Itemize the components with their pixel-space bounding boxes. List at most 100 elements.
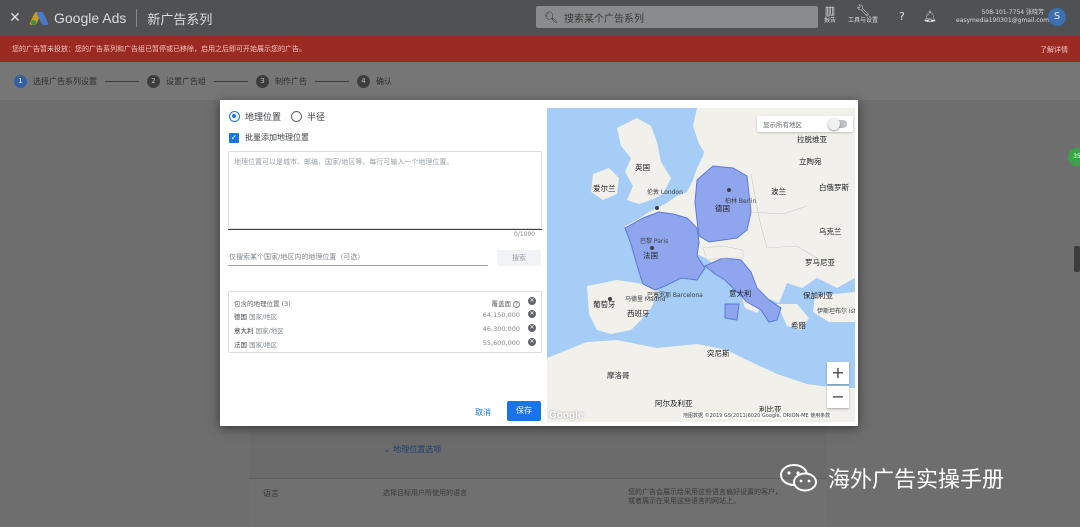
wechat-icon: [780, 464, 817, 492]
zoom-in-button[interactable]: +: [827, 362, 849, 384]
side-badge[interactable]: 35: [1068, 148, 1080, 166]
location-type: 国家/地区: [249, 341, 278, 349]
map-label-uk: 英国: [635, 163, 650, 172]
tools-label: 工具与设置: [848, 17, 879, 24]
locations-textarea[interactable]: 地理位置可以是城市、邮编、国家/地区等。每行可输入一个地理位置。: [228, 151, 542, 229]
clear-all-icon[interactable]: ✕: [528, 297, 536, 305]
help-icon[interactable]: ?: [899, 10, 905, 23]
step-number: 1: [14, 74, 27, 88]
tools-button[interactable]: 🔧︎ 工具与设置: [848, 4, 879, 25]
location-options-label: 地理位置选项: [393, 445, 442, 454]
map-label-morocco: 摩洛哥: [607, 371, 630, 380]
language-desc: 选择目标用户所使用的语言: [383, 489, 467, 497]
step-connector: [214, 80, 248, 82]
bulk-add-row: ✓ 批量添加地理位置: [229, 132, 309, 143]
watermark: 海外广告实操手册: [780, 462, 1004, 494]
map-label-berlin: 柏林 Berlin: [725, 198, 757, 205]
show-all-regions-toggle[interactable]: 显示所有地区: [757, 116, 853, 132]
zoom-out-button[interactable]: −: [827, 386, 849, 408]
info-icon[interactable]: ?: [513, 301, 520, 308]
map-label-lithuania: 立陶宛: [799, 157, 822, 166]
landmass-africa: [547, 340, 855, 422]
location-name: 法国: [234, 341, 247, 349]
account-info[interactable]: 508-101-7754 张晓芳 easymedia190301@gmail.c…: [956, 9, 1049, 25]
map-label-france: 法国: [643, 251, 658, 260]
campaign-search-input[interactable]: 🔍︎ 搜索某个广告系列: [536, 6, 818, 28]
avatar[interactable]: S: [1048, 8, 1066, 26]
location-reach: 46,300,000: [482, 325, 520, 333]
step-3[interactable]: 3 制作广告: [256, 74, 357, 88]
location-reach: 55,600,000: [482, 339, 520, 347]
location-type-radios: 地理位置 半径: [229, 110, 325, 123]
save-button[interactable]: 保存: [507, 401, 541, 421]
wrench-icon: 🔧︎: [856, 4, 870, 17]
map-label-tunisia: 突尼斯: [707, 349, 730, 358]
location-options-link[interactable]: ⌄ 地理位置选项: [384, 444, 441, 455]
chart-icon: ▥: [824, 4, 836, 17]
language-hint: 您的广告会展示给采用这些语言偏好设置的客户，或者展示在采用这些语言的网站上。: [628, 488, 782, 505]
location-type: 国家/地区: [249, 313, 278, 321]
map-label-greece: 希腊: [791, 321, 806, 330]
remove-icon[interactable]: ✕: [528, 310, 536, 318]
step-label: 选择广告系列设置: [33, 76, 97, 86]
bulk-add-checkbox[interactable]: ✓: [229, 132, 239, 143]
show-all-label: 显示所有地区: [763, 121, 802, 129]
search-placeholder: 搜索某个广告系列: [563, 13, 644, 25]
page-title: 新广告系列: [147, 12, 213, 28]
table-row: 法国 国家/地区 55,600,000 ✕: [234, 338, 536, 349]
reports-button[interactable]: ▥ 报告: [824, 4, 836, 25]
map-label-ireland: 爱尔兰: [593, 184, 616, 193]
step-connector: [315, 80, 349, 82]
map-label-latvia: 拉脱维亚: [797, 135, 827, 144]
toggle-switch[interactable]: [828, 118, 847, 130]
map-label-bulgaria: 保加利亚: [803, 291, 833, 300]
watermark-text: 海外广告实操手册: [828, 468, 1005, 493]
map-label-istanbul: 伊斯坦布尔 Istanbul: [817, 308, 855, 315]
country-search-input[interactable]: 仅搜索某个国家/地区内的地理位置（可选）: [228, 252, 488, 266]
language-label: 语言: [263, 489, 279, 498]
table-row: 德国 国家/地区 64,150,000 ✕: [234, 310, 536, 321]
step-2[interactable]: 2 设置广告组: [147, 74, 256, 88]
step-number: 2: [147, 74, 160, 88]
location-form: 地理位置 半径 ✓ 批量添加地理位置 地理位置可以是城市、邮编、国家/地区等。每…: [220, 100, 547, 426]
remove-icon[interactable]: ✕: [528, 324, 536, 332]
search-button[interactable]: 搜索: [497, 250, 541, 266]
chevron-down-icon: ⌄: [384, 445, 394, 454]
close-icon[interactable]: ✕: [0, 10, 30, 26]
step-4[interactable]: 4 确认: [357, 74, 392, 88]
textarea-underline: [228, 229, 542, 230]
step-1[interactable]: 1 选择广告系列设置: [14, 74, 147, 88]
alert-bar: 您的广告暂未投放：您的广告系列和广告组已暂停或已移除，启用之后即可开始展示您的广…: [0, 36, 1080, 62]
location-name: 德国: [234, 313, 247, 321]
map-label-london: 伦敦 London: [647, 189, 683, 196]
char-counter: 0/1000: [514, 231, 536, 238]
radio-radius[interactable]: [291, 111, 303, 122]
map-label-spain: 西班牙: [627, 309, 650, 318]
map-view[interactable]: 英国 爱尔兰 伦敦 London 巴黎 Paris 法国 德国 柏林 Berli…: [547, 108, 855, 422]
account-id: 508-101-7754 张晓芳: [981, 9, 1044, 16]
highlight-france: [624, 211, 706, 291]
step-label: 设置广告组: [166, 76, 206, 86]
google-ads-logo: [28, 10, 50, 26]
bell-icon[interactable]: 🔔︎: [923, 10, 937, 23]
location-name: 意大利: [234, 327, 254, 335]
brand-name: Google Ads: [54, 10, 127, 26]
step-connector: [105, 80, 139, 82]
learn-more-link[interactable]: 了解详情: [1040, 45, 1068, 55]
radio-radius-label: 半径: [307, 113, 326, 123]
stepper: 1 选择广告系列设置 2 设置广告组 3 制作广告 4 确认: [0, 62, 1080, 100]
textarea-placeholder: 地理位置可以是城市、邮编、国家/地区等。每行可输入一个地理位置。: [234, 158, 454, 166]
included-locations-table: 包含的地理位置 (3) 覆盖面? ✕ 德国 国家/地区 64,150,000 ✕…: [228, 291, 542, 353]
search-icon: 🔍︎: [544, 10, 558, 24]
radio-location[interactable]: [229, 111, 240, 122]
remove-icon[interactable]: ✕: [528, 338, 536, 346]
step-label: 确认: [376, 76, 392, 86]
included-count: 包含的地理位置 (3): [234, 300, 291, 308]
bulk-add-label: 批量添加地理位置: [245, 133, 309, 142]
map-label-belarus: 白俄罗斯: [819, 183, 849, 192]
map-label-poland: 波兰: [771, 187, 786, 196]
cancel-button[interactable]: 取消: [475, 407, 491, 418]
divider: [136, 9, 138, 27]
drag-handle[interactable]: [1074, 246, 1080, 272]
google-watermark: Google: [549, 410, 584, 421]
